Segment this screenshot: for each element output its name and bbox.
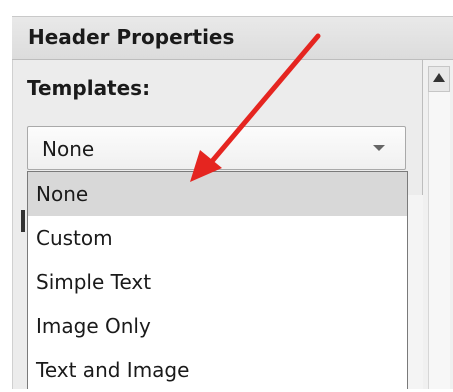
templates-label: Templates:: [27, 76, 151, 100]
panel-side-gap: [408, 195, 423, 389]
scrollbar-track[interactable]: [428, 92, 450, 389]
templates-select-value: None: [42, 137, 95, 161]
option-text-and-image[interactable]: Text and Image: [28, 348, 407, 392]
option-none[interactable]: None: [28, 172, 407, 216]
header-bar: Header Properties: [12, 16, 453, 60]
option-image-only[interactable]: Image Only: [28, 304, 407, 348]
obscured-content: [21, 210, 25, 232]
scroll-up-button[interactable]: [428, 66, 450, 92]
option-simple-text[interactable]: Simple Text: [28, 260, 407, 304]
option-custom[interactable]: Custom: [28, 216, 407, 260]
panel-title: Header Properties: [28, 25, 235, 49]
templates-select[interactable]: None: [27, 126, 406, 170]
templates-dropdown-list: None Custom Simple Text Image Only Text …: [27, 171, 408, 389]
scroll-up-arrow-icon: [433, 73, 445, 82]
top-strip: [0, 0, 453, 16]
chevron-down-icon[interactable]: [373, 145, 385, 151]
